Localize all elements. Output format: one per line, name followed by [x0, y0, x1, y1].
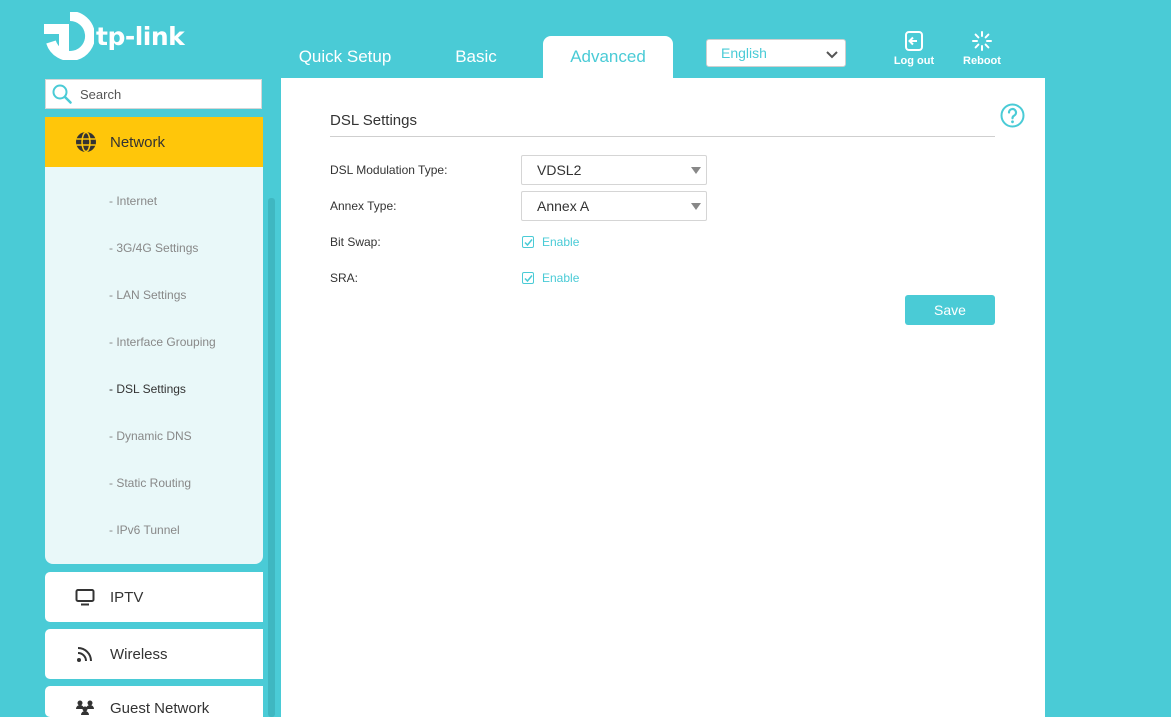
dropdown-arrow-icon [691, 167, 701, 174]
wifi-icon [77, 647, 92, 662]
sidebar-subitem-lan-settings[interactable]: - LAN Settings [109, 288, 186, 302]
network-menu: Network - Internet - 3G/4G Settings - LA… [45, 117, 263, 564]
users-icon [76, 700, 94, 715]
page-title: DSL Settings [330, 112, 417, 129]
sidebar-subitem-dynamic-dns[interactable]: - Dynamic DNS [109, 429, 192, 443]
sidebar-item-network[interactable]: Network [45, 117, 263, 167]
sidebar-item-iptv[interactable]: IPTV [45, 572, 263, 622]
language-value: English [721, 45, 767, 61]
search-box [45, 79, 262, 109]
sidebar-scrollbar[interactable] [268, 198, 275, 717]
brand-name: tp-link [96, 21, 185, 51]
annex-type-select[interactable]: Annex A [521, 191, 707, 221]
sidebar-item-wireless[interactable]: Wireless [45, 629, 263, 679]
modulation-type-label: DSL Modulation Type: [330, 163, 448, 177]
sra-enable-label: Enable [542, 271, 580, 285]
search-icon [52, 84, 72, 104]
logout-button[interactable]: Log out [889, 30, 939, 67]
sra-label: SRA: [330, 271, 359, 285]
save-button[interactable]: Save [905, 295, 995, 325]
bit-swap-checkbox[interactable]: Enable [522, 235, 579, 249]
monitor-icon [75, 589, 95, 606]
checkmark-icon [523, 238, 533, 246]
sidebar-subitem-3g4g-settings[interactable]: - 3G/4G Settings [109, 241, 198, 255]
sidebar-item-label: Guest Network [110, 700, 210, 717]
tab-basic[interactable]: Basic [411, 36, 541, 78]
tp-link-logo: tp-link [44, 12, 185, 60]
reboot-label: Reboot [963, 55, 1001, 67]
tab-quick-setup[interactable]: Quick Setup [280, 36, 410, 78]
main-content: DSL Settings DSL Modulation Type: VDSL2 … [281, 78, 1045, 717]
sidebar-subitem-dsl-settings[interactable]: - DSL Settings [109, 382, 186, 396]
bit-swap-enable-label: Enable [542, 235, 580, 249]
globe-icon [76, 131, 96, 153]
bit-swap-label: Bit Swap: [330, 235, 381, 249]
dropdown-arrow-icon [691, 203, 701, 210]
logout-label: Log out [893, 55, 935, 67]
language-select[interactable]: English [706, 39, 846, 67]
checkbox-box[interactable] [522, 272, 534, 284]
tp-link-logo-icon [44, 12, 94, 60]
sidebar-subitem-ipv6-tunnel[interactable]: - IPv6 Tunnel [109, 523, 180, 537]
annex-type-label: Annex Type: [330, 199, 397, 213]
reboot-button[interactable]: Reboot [957, 30, 1007, 67]
sra-checkbox[interactable]: Enable [522, 271, 579, 285]
annex-type-value: Annex A [537, 198, 590, 214]
sidebar-subitem-internet[interactable]: - Internet [109, 194, 157, 208]
checkbox-box[interactable] [522, 236, 534, 248]
sidebar-item-label: Wireless [110, 645, 168, 663]
sidebar-item-label: IPTV [110, 588, 144, 606]
sidebar-subitem-interface-grouping[interactable]: - Interface Grouping [109, 335, 216, 349]
checkmark-icon [523, 274, 533, 282]
reboot-icon [972, 31, 992, 51]
sidebar-item-label: Network [110, 133, 166, 151]
modulation-type-select[interactable]: VDSL2 [521, 155, 707, 185]
modulation-type-value: VDSL2 [537, 162, 582, 178]
title-divider [330, 136, 995, 137]
sidebar-subitem-static-routing[interactable]: - Static Routing [109, 476, 191, 490]
sidebar-item-guest-network[interactable]: Guest Network [45, 686, 263, 717]
chevron-down-icon [826, 51, 838, 59]
tab-advanced[interactable]: Advanced [543, 36, 673, 78]
search-input[interactable] [80, 86, 250, 102]
help-icon[interactable] [1000, 103, 1025, 128]
logout-icon [905, 31, 923, 51]
